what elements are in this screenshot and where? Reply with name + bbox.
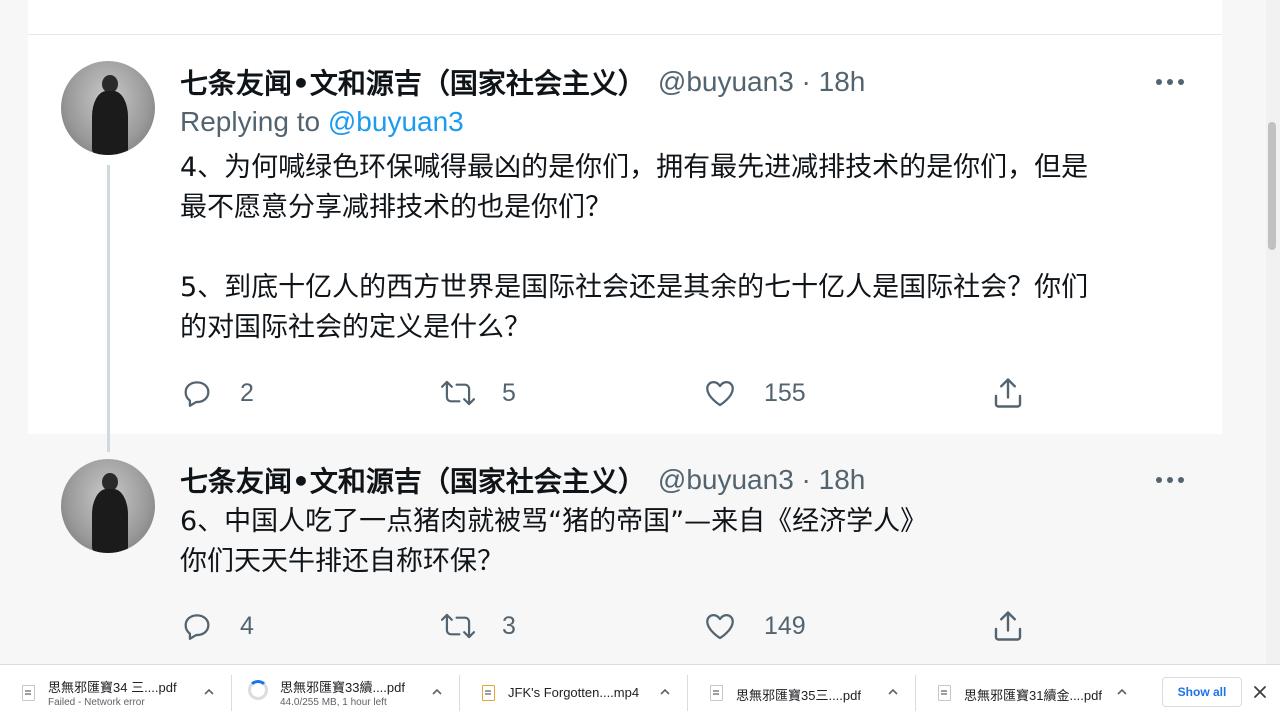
- download-filename: 思無邪匯寶35三....pdf: [736, 688, 861, 703]
- download-item[interactable]: 思無邪匯寶33續....pdf 44.0/255 MB, 1 hour left: [232, 665, 458, 721]
- reply-button[interactable]: 4: [180, 606, 254, 646]
- right-gutter: [1222, 0, 1266, 664]
- video-file-icon: [482, 685, 495, 701]
- show-all-button[interactable]: Show all: [1162, 677, 1242, 707]
- reply-icon: [184, 381, 210, 407]
- download-item[interactable]: 思無邪匯寶35三....pdf: [688, 665, 914, 721]
- like-button[interactable]: 155: [702, 373, 806, 413]
- retweet-icon: [440, 380, 476, 406]
- chevron-up-icon[interactable]: [429, 685, 445, 699]
- handle-and-time[interactable]: @buyuan3 · 18h: [658, 464, 865, 496]
- handle-and-time[interactable]: @buyuan3 · 18h: [658, 66, 865, 98]
- download-item[interactable]: 思無邪匯寶31續金....pdf: [916, 665, 1142, 721]
- reply-mention-link[interactable]: @buyuan3: [328, 106, 464, 137]
- tweet-header: 七条友闻•文和源吉（国家社会主义） @buyuan3 · 18h: [180, 460, 865, 500]
- tweet-actions: 4 3 149: [180, 606, 1200, 646]
- retweet-icon: [440, 613, 476, 639]
- download-filename: 思無邪匯寶33續....pdf: [280, 680, 405, 695]
- tweet-text: 4、为何喊绿色环保喊得最凶的是你们，拥有最先进减排技术的是你们，但是 最不愿意分…: [180, 152, 1089, 343]
- retweet-button[interactable]: 5: [440, 373, 516, 413]
- download-progress-icon: [248, 680, 268, 700]
- tweet[interactable]: 七条友闻•文和源吉（国家社会主义） @buyuan3 · 18h Replyin…: [28, 36, 1222, 434]
- download-filename: JFK's Forgotten....mp4: [508, 685, 640, 700]
- chevron-up-icon[interactable]: [201, 685, 217, 699]
- retweet-button[interactable]: 3: [440, 606, 516, 646]
- divider: [28, 34, 1222, 35]
- more-options-icon[interactable]: [1150, 470, 1190, 490]
- like-count: 155: [764, 378, 806, 407]
- replying-label: Replying to: [180, 106, 328, 137]
- reply-count: 4: [240, 611, 254, 640]
- avatar[interactable]: [61, 61, 155, 155]
- display-name[interactable]: 七条友闻•文和源吉（国家社会主义）: [180, 62, 646, 102]
- replying-to: Replying to @buyuan3: [180, 106, 464, 138]
- chevron-up-icon[interactable]: [657, 685, 673, 699]
- pdf-file-icon: [938, 685, 951, 701]
- reply-button[interactable]: 2: [180, 373, 254, 413]
- more-options-icon[interactable]: [1150, 72, 1190, 92]
- chevron-up-icon[interactable]: [885, 685, 901, 699]
- retweet-count: 3: [502, 611, 516, 640]
- retweet-count: 5: [502, 378, 516, 407]
- like-button[interactable]: 149: [702, 606, 806, 646]
- download-status: Failed - Network error: [48, 697, 145, 708]
- tweet-text: 6、中国人吃了一点猪肉就被骂“猪的帝国”—来自《经济学人》 你们天天牛排还自称环…: [180, 506, 928, 577]
- download-filename: 思無邪匯寶34 三....pdf: [48, 680, 177, 695]
- close-icon[interactable]: [1251, 683, 1269, 701]
- scrollbar-thumb[interactable]: [1268, 122, 1276, 250]
- download-status: 44.0/255 MB, 1 hour left: [280, 697, 387, 708]
- tweet-header: 七条友闻•文和源吉（国家社会主义） @buyuan3 · 18h: [180, 62, 865, 102]
- share-button[interactable]: [990, 373, 1026, 413]
- share-icon: [994, 378, 1022, 408]
- download-item[interactable]: JFK's Forgotten....mp4: [460, 665, 686, 721]
- reply-count: 2: [240, 378, 254, 407]
- display-name[interactable]: 七条友闻•文和源吉（国家社会主义）: [180, 460, 646, 500]
- heart-icon: [706, 380, 734, 407]
- reply-icon: [184, 614, 210, 640]
- chevron-up-icon[interactable]: [1114, 685, 1130, 699]
- pdf-file-icon: [22, 685, 35, 701]
- share-button[interactable]: [990, 606, 1026, 646]
- share-icon: [994, 611, 1022, 641]
- pdf-file-icon: [710, 685, 723, 701]
- scrollbar-track[interactable]: [1266, 0, 1280, 664]
- tweet-actions: 2 5 155: [180, 373, 1200, 413]
- tweet-focused[interactable]: 七条友闻•文和源吉（国家社会主义） @buyuan3 · 18h 6、中国人吃了…: [28, 434, 1222, 664]
- like-count: 149: [764, 611, 806, 640]
- avatar[interactable]: [61, 459, 155, 553]
- download-item[interactable]: 思無邪匯寶34 三....pdf Failed - Network error: [0, 665, 228, 721]
- download-filename: 思無邪匯寶31續金....pdf: [964, 688, 1102, 703]
- thread-connector-line: [107, 165, 110, 452]
- heart-icon: [706, 613, 734, 640]
- download-bar: 思無邪匯寶34 三....pdf Failed - Network error …: [0, 664, 1280, 721]
- left-gutter: [0, 0, 28, 664]
